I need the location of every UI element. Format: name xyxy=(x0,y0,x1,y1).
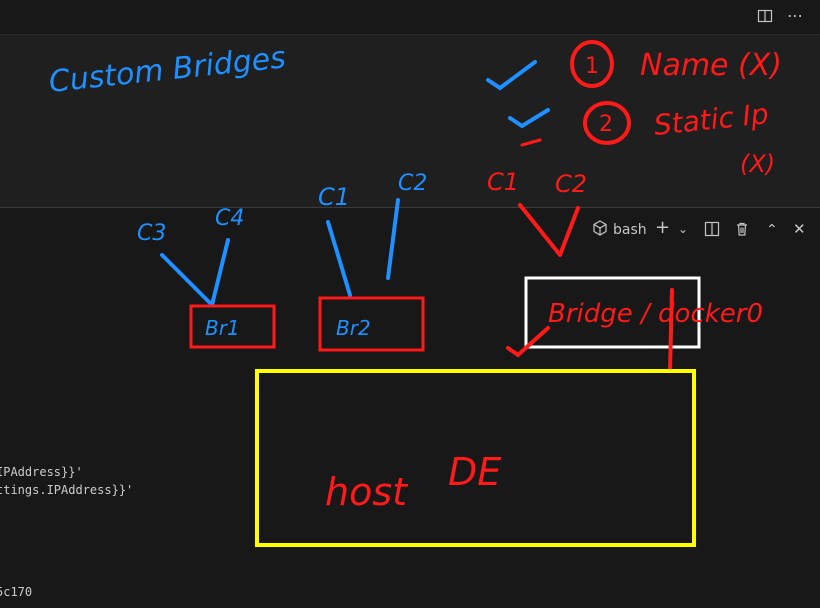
item2-text: Static Ip xyxy=(652,97,770,142)
red-connector-v xyxy=(518,203,580,257)
label-c1-blue: C1 xyxy=(318,183,350,211)
red-arrow-mark xyxy=(520,138,542,147)
annotation-overlay: Custom Bridges 1 Name (X) 2 Static Ip (X… xyxy=(47,40,782,547)
de-label: DE xyxy=(448,450,501,494)
item1-number: 1 xyxy=(585,54,599,79)
line-c1-br2 xyxy=(326,220,352,297)
checkmark-2 xyxy=(508,108,550,129)
label-c2-blue: C2 xyxy=(398,171,427,196)
bridge-docker0-label: Bridge / docker0 xyxy=(548,299,763,329)
host-label: host xyxy=(325,470,409,514)
red-divider-line xyxy=(668,288,674,372)
label-c1-red: C1 xyxy=(487,168,519,196)
checkmark-bridge xyxy=(506,326,550,358)
bridge-br2-label: Br2 xyxy=(336,316,371,340)
item2-number: 2 xyxy=(599,112,613,137)
bridge-br1-label: Br1 xyxy=(205,316,240,340)
label-c2-red: C2 xyxy=(555,170,587,198)
label-c4: C4 xyxy=(215,206,244,231)
checkmark-1 xyxy=(486,60,537,91)
label-c3: C3 xyxy=(137,221,166,246)
heading-custom-bridges: Custom Bridges xyxy=(47,40,287,100)
line-c3-br1 xyxy=(160,253,214,307)
item2-mark: (X) xyxy=(740,150,775,178)
line-c4-br1 xyxy=(210,238,230,307)
line-c2-br2 xyxy=(386,198,400,280)
item1-text: Name (X) xyxy=(640,48,782,83)
